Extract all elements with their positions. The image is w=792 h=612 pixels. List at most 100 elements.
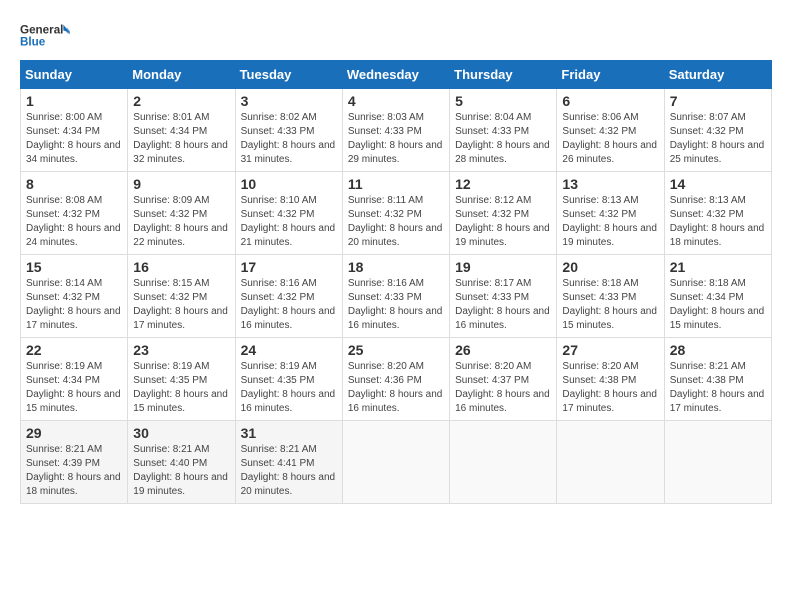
day-info: Sunrise: 8:06 AMSunset: 4:32 PMDaylight:…	[562, 111, 658, 167]
day-number: 7	[670, 93, 766, 109]
day-number: 1	[26, 93, 122, 109]
day-info: Sunrise: 8:20 AMSunset: 4:37 PMDaylight:…	[455, 360, 551, 416]
day-info: Sunrise: 8:21 AMSunset: 4:41 PMDaylight:…	[241, 443, 337, 499]
day-number: 16	[133, 259, 229, 275]
day-info: Sunrise: 8:21 AMSunset: 4:38 PMDaylight:…	[670, 360, 766, 416]
calendar-day-cell: 22 Sunrise: 8:19 AMSunset: 4:34 PMDayligh…	[21, 338, 128, 421]
calendar-week-row: 15 Sunrise: 8:14 AMSunset: 4:32 PMDayligh…	[21, 255, 772, 338]
calendar-day-cell: 4 Sunrise: 8:03 AMSunset: 4:33 PMDaylight…	[342, 89, 449, 172]
day-info: Sunrise: 8:12 AMSunset: 4:32 PMDaylight:…	[455, 194, 551, 250]
day-info: Sunrise: 8:16 AMSunset: 4:33 PMDaylight:…	[348, 277, 444, 333]
calendar-day-cell: 20 Sunrise: 8:18 AMSunset: 4:33 PMDayligh…	[557, 255, 664, 338]
calendar-day-cell: 7 Sunrise: 8:07 AMSunset: 4:32 PMDaylight…	[664, 89, 771, 172]
calendar-day-cell: 27Sunrise: 8:20 AMSunset: 4:38 PMDayligh…	[557, 338, 664, 421]
day-number: 6	[562, 93, 658, 109]
day-number: 27	[562, 342, 658, 358]
header-monday: Monday	[128, 61, 235, 89]
calendar-week-row: 8 Sunrise: 8:08 AMSunset: 4:32 PMDaylight…	[21, 172, 772, 255]
calendar-day-cell: 16 Sunrise: 8:15 AMSunset: 4:32 PMDayligh…	[128, 255, 235, 338]
day-info: Sunrise: 8:21 AMSunset: 4:40 PMDaylight:…	[133, 443, 229, 499]
day-info: Sunrise: 8:09 AMSunset: 4:32 PMDaylight:…	[133, 194, 229, 250]
svg-text:Blue: Blue	[20, 35, 46, 48]
day-number: 10	[241, 176, 337, 192]
day-number: 29	[26, 425, 122, 441]
day-info: Sunrise: 8:03 AMSunset: 4:33 PMDaylight:…	[348, 111, 444, 167]
calendar-day-cell: 6 Sunrise: 8:06 AMSunset: 4:32 PMDaylight…	[557, 89, 664, 172]
calendar-day-cell: 17Sunrise: 8:16 AMSunset: 4:32 PMDayligh…	[235, 255, 342, 338]
day-info: Sunrise: 8:02 AMSunset: 4:33 PMDaylight:…	[241, 111, 337, 167]
calendar-day-cell: 15 Sunrise: 8:14 AMSunset: 4:32 PMDayligh…	[21, 255, 128, 338]
header-thursday: Thursday	[450, 61, 557, 89]
day-info: Sunrise: 8:10 AMSunset: 4:32 PMDaylight:…	[241, 194, 337, 250]
calendar-day-cell: 10 Sunrise: 8:10 AMSunset: 4:32 PMDayligh…	[235, 172, 342, 255]
day-number: 21	[670, 259, 766, 275]
day-info: Sunrise: 8:13 AMSunset: 4:32 PMDaylight:…	[562, 194, 658, 250]
day-number: 5	[455, 93, 551, 109]
calendar-week-row: 29Sunrise: 8:21 AMSunset: 4:39 PMDayligh…	[21, 421, 772, 504]
calendar-day-cell: 23Sunrise: 8:19 AMSunset: 4:35 PMDayligh…	[128, 338, 235, 421]
day-number: 28	[670, 342, 766, 358]
header-tuesday: Tuesday	[235, 61, 342, 89]
day-info: Sunrise: 8:00 AMSunset: 4:34 PMDaylight:…	[26, 111, 122, 167]
day-number: 2	[133, 93, 229, 109]
calendar-day-cell: 31Sunrise: 8:21 AMSunset: 4:41 PMDayligh…	[235, 421, 342, 504]
calendar-day-cell	[342, 421, 449, 504]
calendar-day-cell: 28 Sunrise: 8:21 AMSunset: 4:38 PMDayligh…	[664, 338, 771, 421]
day-number: 14	[670, 176, 766, 192]
calendar-day-cell: 30 Sunrise: 8:21 AMSunset: 4:40 PMDayligh…	[128, 421, 235, 504]
day-number: 8	[26, 176, 122, 192]
calendar-table: Sunday Monday Tuesday Wednesday Thursday…	[20, 60, 772, 504]
calendar-day-cell: 13 Sunrise: 8:13 AMSunset: 4:32 PMDayligh…	[557, 172, 664, 255]
day-number: 13	[562, 176, 658, 192]
day-info: Sunrise: 8:07 AMSunset: 4:32 PMDaylight:…	[670, 111, 766, 167]
calendar-day-cell: 21Sunrise: 8:18 AMSunset: 4:34 PMDayligh…	[664, 255, 771, 338]
calendar-day-cell: 14 Sunrise: 8:13 AMSunset: 4:32 PMDayligh…	[664, 172, 771, 255]
logo: General Blue	[20, 20, 70, 50]
header-saturday: Saturday	[664, 61, 771, 89]
day-info: Sunrise: 8:20 AMSunset: 4:36 PMDaylight:…	[348, 360, 444, 416]
day-number: 30	[133, 425, 229, 441]
day-number: 4	[348, 93, 444, 109]
calendar-day-cell: 5 Sunrise: 8:04 AMSunset: 4:33 PMDaylight…	[450, 89, 557, 172]
calendar-day-cell	[557, 421, 664, 504]
day-number: 18	[348, 259, 444, 275]
day-number: 20	[562, 259, 658, 275]
calendar-week-row: 22 Sunrise: 8:19 AMSunset: 4:34 PMDayligh…	[21, 338, 772, 421]
day-number: 22	[26, 342, 122, 358]
page-header: General Blue	[20, 20, 772, 50]
day-number: 15	[26, 259, 122, 275]
header-wednesday: Wednesday	[342, 61, 449, 89]
day-info: Sunrise: 8:11 AMSunset: 4:32 PMDaylight:…	[348, 194, 444, 250]
calendar-day-cell	[664, 421, 771, 504]
day-info: Sunrise: 8:15 AMSunset: 4:32 PMDaylight:…	[133, 277, 229, 333]
calendar-day-cell: 3Sunrise: 8:02 AMSunset: 4:33 PMDaylight…	[235, 89, 342, 172]
day-number: 25	[348, 342, 444, 358]
day-info: Sunrise: 8:08 AMSunset: 4:32 PMDaylight:…	[26, 194, 122, 250]
calendar-day-cell: 29Sunrise: 8:21 AMSunset: 4:39 PMDayligh…	[21, 421, 128, 504]
logo-icon: General Blue	[20, 20, 70, 50]
day-info: Sunrise: 8:13 AMSunset: 4:32 PMDaylight:…	[670, 194, 766, 250]
calendar-day-cell: 19Sunrise: 8:17 AMSunset: 4:33 PMDayligh…	[450, 255, 557, 338]
day-number: 24	[241, 342, 337, 358]
day-info: Sunrise: 8:16 AMSunset: 4:32 PMDaylight:…	[241, 277, 337, 333]
calendar-day-cell: 18 Sunrise: 8:16 AMSunset: 4:33 PMDayligh…	[342, 255, 449, 338]
calendar-day-cell: 24 Sunrise: 8:19 AMSunset: 4:35 PMDayligh…	[235, 338, 342, 421]
day-info: Sunrise: 8:18 AMSunset: 4:33 PMDaylight:…	[562, 277, 658, 333]
calendar-header-row: Sunday Monday Tuesday Wednesday Thursday…	[21, 61, 772, 89]
calendar-day-cell: 26Sunrise: 8:20 AMSunset: 4:37 PMDayligh…	[450, 338, 557, 421]
calendar-day-cell: 25 Sunrise: 8:20 AMSunset: 4:36 PMDayligh…	[342, 338, 449, 421]
day-number: 12	[455, 176, 551, 192]
day-info: Sunrise: 8:01 AMSunset: 4:34 PMDaylight:…	[133, 111, 229, 167]
calendar-day-cell: 2 Sunrise: 8:01 AMSunset: 4:34 PMDaylight…	[128, 89, 235, 172]
calendar-day-cell: 12 Sunrise: 8:12 AMSunset: 4:32 PMDayligh…	[450, 172, 557, 255]
calendar-day-cell: 8 Sunrise: 8:08 AMSunset: 4:32 PMDaylight…	[21, 172, 128, 255]
day-info: Sunrise: 8:04 AMSunset: 4:33 PMDaylight:…	[455, 111, 551, 167]
day-number: 11	[348, 176, 444, 192]
calendar-week-row: 1 Sunrise: 8:00 AMSunset: 4:34 PMDaylight…	[21, 89, 772, 172]
day-info: Sunrise: 8:19 AMSunset: 4:34 PMDaylight:…	[26, 360, 122, 416]
day-info: Sunrise: 8:19 AMSunset: 4:35 PMDaylight:…	[241, 360, 337, 416]
day-info: Sunrise: 8:14 AMSunset: 4:32 PMDaylight:…	[26, 277, 122, 333]
day-info: Sunrise: 8:19 AMSunset: 4:35 PMDaylight:…	[133, 360, 229, 416]
calendar-day-cell: 9 Sunrise: 8:09 AMSunset: 4:32 PMDaylight…	[128, 172, 235, 255]
day-number: 9	[133, 176, 229, 192]
